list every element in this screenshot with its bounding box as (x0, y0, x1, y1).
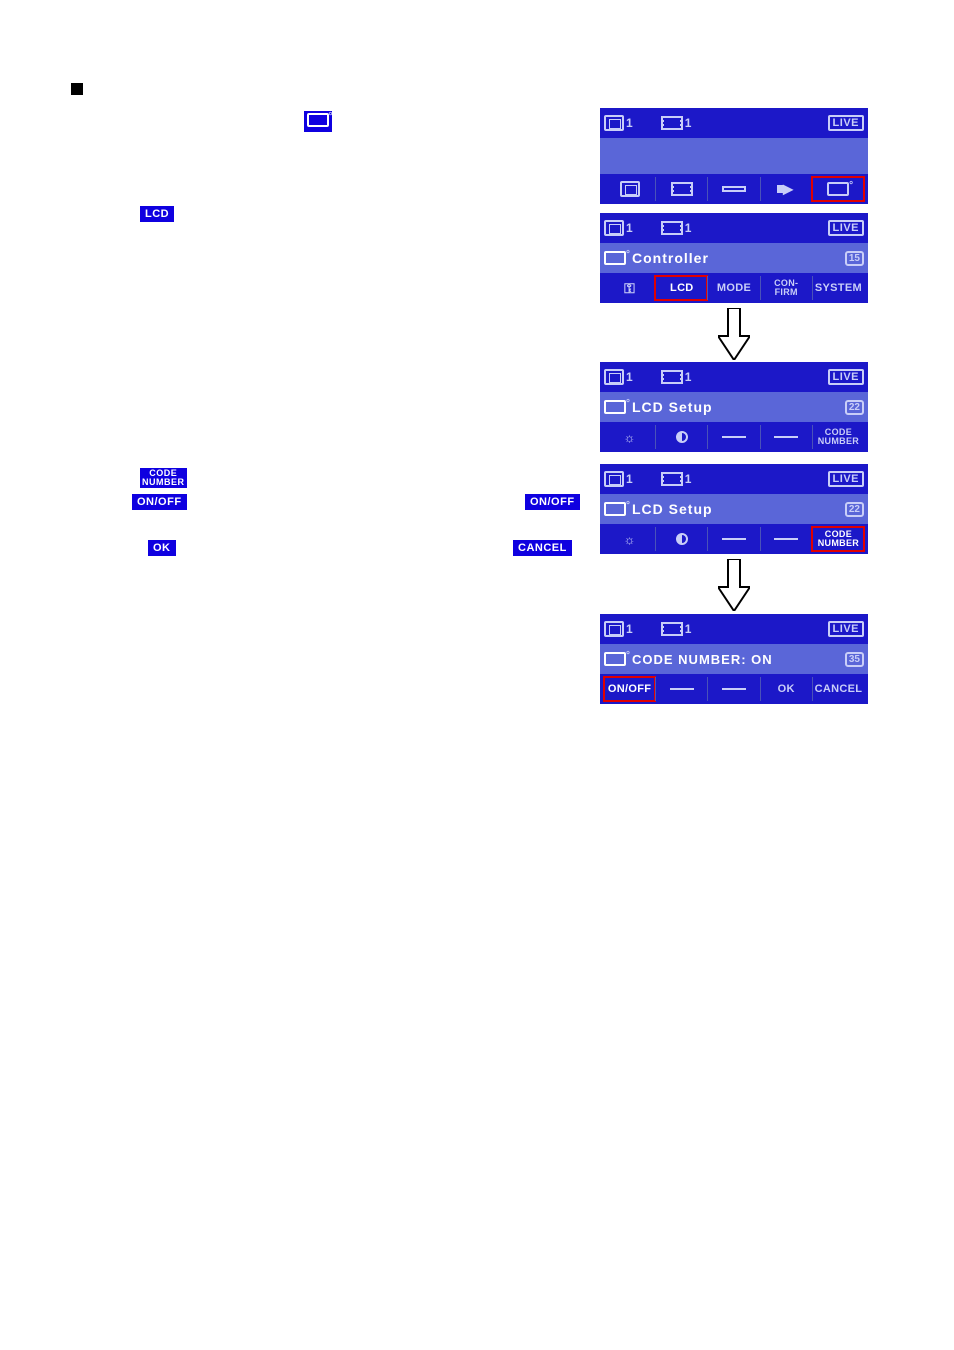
blank-button-2[interactable] (760, 527, 812, 551)
contrast-icon (676, 431, 688, 443)
lcd-screen-5: 1 1 LIVE CODE NUMBER: ON 35 ON/OFF OK CA… (600, 614, 868, 704)
live-indicator: LIVE (828, 115, 864, 131)
live-indicator: LIVE (828, 621, 864, 637)
monitor-num: 1 (626, 365, 633, 389)
contrast-button[interactable] (655, 527, 707, 551)
film-icon (661, 467, 683, 491)
controller-icon (604, 497, 626, 521)
monitor-icon (604, 365, 624, 389)
lcd-screen-3: 1 1 LIVE LCD Setup 22 ☼ CODENUMBER (600, 362, 868, 452)
blank-button-1[interactable] (707, 527, 759, 551)
film-num: 1 (685, 111, 692, 135)
lcd-screen-4: 1 1 LIVE LCD Setup 22 ☼ CODENUMBER (600, 464, 868, 554)
brightness-button[interactable]: ☼ (604, 425, 655, 449)
film-num: 1 (685, 365, 692, 389)
monitor-icon (604, 111, 624, 135)
contrast-button[interactable] (655, 425, 707, 449)
title-row: Controller 15 (600, 243, 868, 273)
page-num: 22 (845, 400, 864, 415)
monitor-num: 1 (626, 467, 633, 491)
status-row: 1 1 LIVE (600, 614, 868, 644)
key-button[interactable]: ⚿ (604, 276, 655, 300)
mode-button[interactable]: MODE (707, 276, 759, 300)
blank-button-2[interactable] (760, 425, 812, 449)
bar-button[interactable] (707, 177, 759, 201)
title-row: LCD Setup 22 (600, 392, 868, 422)
lcd-tag: LCD (140, 206, 174, 222)
monitor-icon (604, 617, 624, 641)
title-row: CODE NUMBER: ON 35 (600, 644, 868, 674)
live-indicator: LIVE (828, 220, 864, 236)
live-indicator: LIVE (828, 369, 864, 385)
page-num: 15 (845, 251, 864, 266)
controller-button[interactable] (812, 177, 864, 201)
film-num: 1 (685, 617, 692, 641)
film-num: 1 (685, 467, 692, 491)
controller-glyph-icon (307, 113, 329, 127)
ok-tag: OK (148, 540, 176, 556)
monitor-icon (604, 467, 624, 491)
status-row: 1 1 LIVE (600, 213, 868, 243)
on-off-tag-left: ON/OFF (132, 494, 187, 510)
screen-title: LCD Setup (632, 497, 713, 521)
code-number-button[interactable]: CODENUMBER (812, 527, 864, 551)
brightness-icon: ☼ (623, 430, 635, 445)
brightness-icon: ☼ (623, 532, 635, 547)
controller-icon (604, 395, 626, 419)
monitor-icon (604, 216, 624, 240)
system-button[interactable]: SYSTEM (812, 276, 864, 300)
ok-button[interactable]: OK (760, 677, 812, 701)
key-icon: ⚿ (624, 280, 635, 297)
monitor-num: 1 (626, 111, 633, 135)
lcd-button[interactable]: LCD (655, 276, 707, 300)
monitor-num: 1 (626, 216, 633, 240)
cancel-tag: CANCEL (513, 540, 572, 556)
controller-icon (604, 246, 626, 270)
brightness-button[interactable]: ☼ (604, 527, 655, 551)
screen-title: LCD Setup (632, 395, 713, 419)
status-row: 1 1 LIVE (600, 362, 868, 392)
film-icon (661, 111, 683, 135)
speaker-button[interactable] (760, 177, 812, 201)
screen-title: Controller (632, 246, 709, 270)
blank-button-2[interactable] (707, 677, 759, 701)
film-button[interactable] (655, 177, 707, 201)
button-row: ☼ CODENUMBER (600, 524, 868, 554)
code-number-button[interactable]: CODENUMBER (812, 425, 864, 449)
film-icon (661, 365, 683, 389)
lcd-screen-1: 1 1 LIVE (600, 108, 868, 204)
blank-button-1[interactable] (707, 425, 759, 449)
status-row: 1 1 LIVE (600, 464, 868, 494)
monitor-button[interactable] (604, 177, 655, 201)
spacer-row (600, 138, 868, 174)
screen-title: CODE NUMBER: ON (632, 647, 773, 671)
film-icon (661, 216, 683, 240)
controller-icon-tag (304, 111, 332, 132)
code-number-tag: CODENUMBER (140, 468, 187, 488)
cancel-button[interactable]: CANCEL (812, 677, 864, 701)
on-off-tag-right: ON/OFF (525, 494, 580, 510)
film-icon (661, 617, 683, 641)
section-bullet (71, 83, 83, 95)
button-row: ☼ CODENUMBER (600, 422, 868, 452)
page-num: 22 (845, 502, 864, 517)
arrow-down-icon (718, 308, 758, 360)
button-row: ON/OFF OK CANCEL (600, 674, 868, 704)
on-off-button[interactable]: ON/OFF (604, 677, 655, 701)
confirm-button[interactable]: CON-FIRM (760, 276, 812, 300)
film-num: 1 (685, 216, 692, 240)
button-row: ⚿ LCD MODE CON-FIRM SYSTEM (600, 273, 868, 303)
arrow-down-icon (718, 559, 758, 611)
live-indicator: LIVE (828, 471, 864, 487)
blank-button-1[interactable] (655, 677, 707, 701)
controller-icon (604, 647, 626, 671)
page-num: 35 (845, 652, 864, 667)
contrast-icon (676, 533, 688, 545)
button-row (600, 174, 868, 204)
monitor-num: 1 (626, 617, 633, 641)
status-row: 1 1 LIVE (600, 108, 868, 138)
title-row: LCD Setup 22 (600, 494, 868, 524)
lcd-screen-2: 1 1 LIVE Controller 15 ⚿ LCD MODE CON-FI… (600, 213, 868, 303)
